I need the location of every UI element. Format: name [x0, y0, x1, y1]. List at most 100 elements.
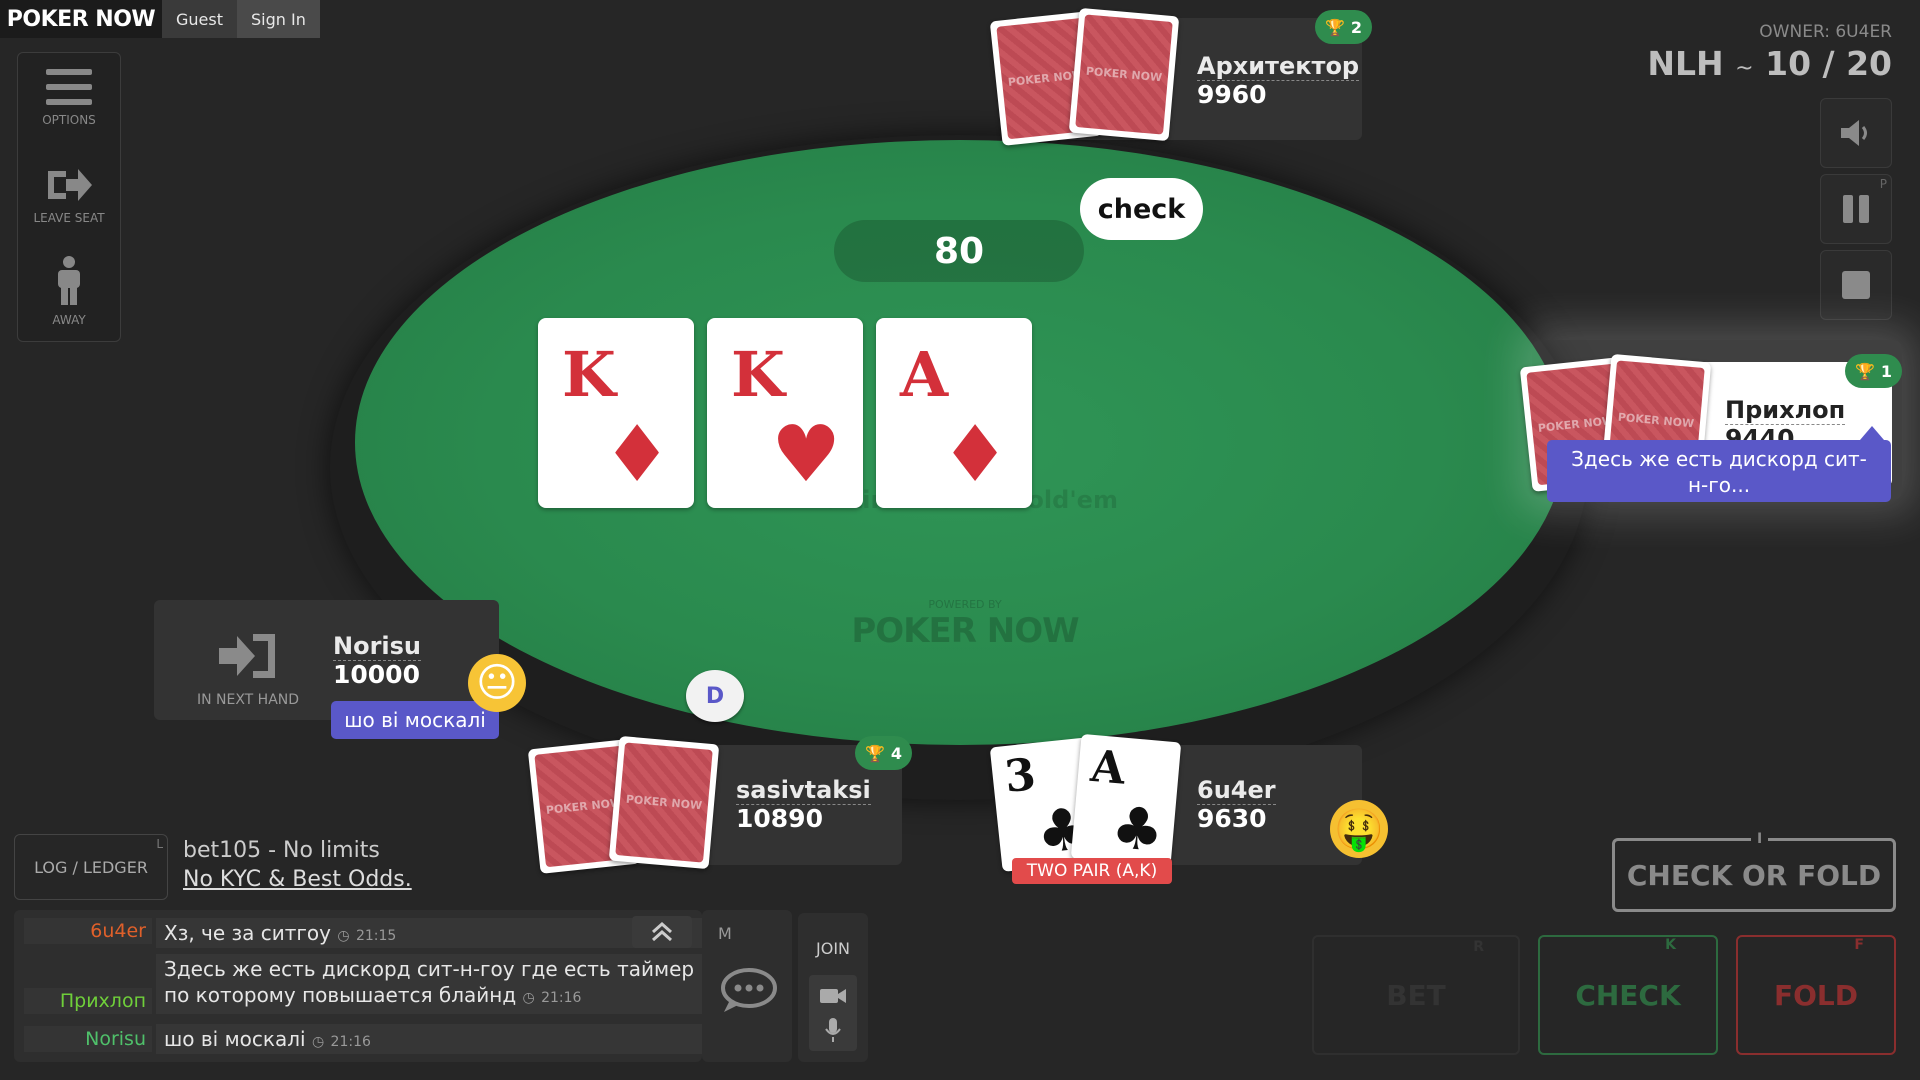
microphone-icon[interactable]: [824, 1017, 842, 1043]
hole-card: A ♣: [1070, 733, 1182, 868]
player-name[interactable]: sasivtaksi: [736, 776, 871, 805]
money-face-emoji: 🤑: [1330, 800, 1388, 858]
video-join-panel: JOIN: [798, 913, 868, 1062]
clock-icon: ◷: [337, 928, 350, 944]
owner-label: OWNER: 6U4ER: [1759, 22, 1892, 42]
separator: ~: [1735, 56, 1754, 81]
pot-amount: 80: [834, 220, 1084, 282]
away-label: AWAY: [52, 313, 86, 327]
diamond-icon: ♦: [602, 410, 672, 500]
powered-brand: POKER NOW: [851, 611, 1079, 651]
card-rank: K: [562, 338, 616, 411]
heart-icon: ♥: [771, 410, 841, 500]
guest-label: Guest: [162, 0, 237, 38]
fold-key: F: [1854, 937, 1864, 953]
chat-open-button[interactable]: M: [702, 910, 792, 1062]
check-key: K: [1665, 937, 1676, 953]
away-button[interactable]: AWAY: [18, 255, 120, 327]
board-card: K ♥: [707, 318, 863, 508]
trophy-badge: 🏆 1: [1845, 354, 1903, 388]
pause-key-hint: P: [1879, 177, 1887, 191]
player-stack: 10890: [736, 804, 823, 833]
action-speech-bubble: check: [1080, 178, 1203, 240]
pause-button[interactable]: P: [1820, 174, 1892, 244]
check-button[interactable]: CHECK K: [1538, 935, 1718, 1055]
options-button[interactable]: OPTIONS: [18, 67, 120, 127]
top-bar: POKER NOW Guest Sign In: [0, 0, 320, 38]
player-stack: 9960: [1197, 80, 1267, 109]
fold-button[interactable]: FOLD F: [1736, 935, 1896, 1055]
card-rank: A: [1088, 740, 1128, 795]
pause-icon: [1843, 195, 1869, 223]
speaker-icon: [1841, 120, 1867, 146]
poker-now-logo[interactable]: POKER NOW: [0, 0, 162, 38]
player-name[interactable]: 6u4er: [1197, 776, 1276, 805]
chat-key-hint: M: [718, 924, 732, 943]
chat-message: Хз, че за ситгоу ◷ 21:15: [156, 918, 706, 948]
exit-icon: [48, 169, 92, 201]
card-back: POKER NOW: [608, 735, 720, 870]
game-blinds: NLH ~ 10 / 20: [1647, 44, 1892, 83]
ad-text: bet105 - No limits: [183, 838, 380, 863]
chat-bubble-tooltip: шо ві москалі: [331, 701, 499, 739]
sound-button[interactable]: [1820, 98, 1892, 168]
hand-strength-badge: TWO PAIR (A,K): [1012, 858, 1172, 884]
neutral-face-emoji: 😐: [468, 654, 526, 712]
stop-button[interactable]: [1820, 250, 1892, 320]
chat-author: Norisu: [24, 1026, 152, 1052]
leave-seat-label: LEAVE SEAT: [33, 211, 105, 225]
bet-key: R: [1473, 939, 1484, 955]
in-next-hand-status: IN NEXT HAND: [186, 630, 310, 708]
trophy-icon: 🏆: [1855, 361, 1875, 381]
chat-message: шо ві москалі ◷ 21:16: [156, 1024, 706, 1054]
check-label: CHECK: [1575, 978, 1681, 1012]
av-controls: [809, 975, 857, 1051]
blinds-value: 10 / 20: [1765, 44, 1892, 83]
leave-seat-button[interactable]: LEAVE SEAT: [18, 165, 120, 225]
enter-icon: [219, 634, 275, 678]
status-label: IN NEXT HAND: [196, 692, 300, 708]
clock-icon: ◷: [311, 1034, 325, 1050]
dealer-button: D: [686, 670, 744, 722]
chat-expand-button[interactable]: [632, 916, 692, 948]
check-or-fold-key: I: [1751, 831, 1769, 847]
video-camera-icon[interactable]: [819, 987, 847, 1005]
person-icon: [58, 256, 80, 305]
tooltip-arrow: [1860, 426, 1884, 440]
player-name[interactable]: Norisu: [333, 632, 422, 661]
trophy-icon: 🏆: [1325, 17, 1345, 37]
powered-by-logo: POWERED BY POKER NOW: [840, 598, 1090, 651]
trophy-badge: 🏆 2: [1315, 10, 1373, 44]
game-type: NLH: [1647, 44, 1724, 83]
chat-author: 6u4er: [24, 918, 152, 944]
bet-button[interactable]: BET R: [1312, 935, 1520, 1055]
card-back: POKER NOW: [1068, 7, 1180, 142]
left-menu: OPTIONS LEAVE SEAT AWAY: [17, 52, 121, 342]
diamond-icon: ♦: [940, 410, 1010, 500]
powered-by-label: POWERED BY: [928, 598, 1002, 611]
clock-icon: ◷: [522, 990, 535, 1006]
options-label: OPTIONS: [42, 113, 96, 127]
club-icon: ♣: [1108, 792, 1167, 866]
trophy-icon: 🏆: [865, 743, 885, 763]
player-name[interactable]: Прихлоп: [1725, 396, 1846, 425]
chat-log[interactable]: 6u4er Хз, че за ситгоу ◷ 21:15 Прихлоп З…: [14, 910, 706, 1062]
join-button[interactable]: JOIN: [798, 939, 868, 958]
fold-label: FOLD: [1773, 978, 1858, 1012]
player-name[interactable]: Архитектор: [1197, 52, 1360, 81]
check-or-fold-button[interactable]: CHECK OR FOLD I: [1612, 831, 1896, 912]
sign-in-button[interactable]: Sign In: [237, 0, 320, 38]
chat-bubble-tooltip: Здесь же есть дискорд сит-н-го...: [1547, 440, 1891, 502]
card-rank: K: [731, 338, 785, 411]
ad-link[interactable]: No KYC & Best Odds.: [183, 867, 412, 892]
speech-bubble-icon: [721, 968, 777, 1012]
log-key-hint: L: [156, 837, 163, 851]
player-stack: 10000: [333, 660, 420, 689]
board-card: K ♦: [538, 318, 694, 508]
log-ledger-label: LOG / LEDGER: [34, 857, 148, 877]
card-rank: 3: [1002, 749, 1039, 804]
board-card: A ♦: [876, 318, 1032, 508]
bet-label: BET: [1386, 978, 1446, 1012]
log-ledger-button[interactable]: LOG / LEDGER L: [14, 834, 168, 900]
player-stack: 9630: [1197, 804, 1267, 833]
